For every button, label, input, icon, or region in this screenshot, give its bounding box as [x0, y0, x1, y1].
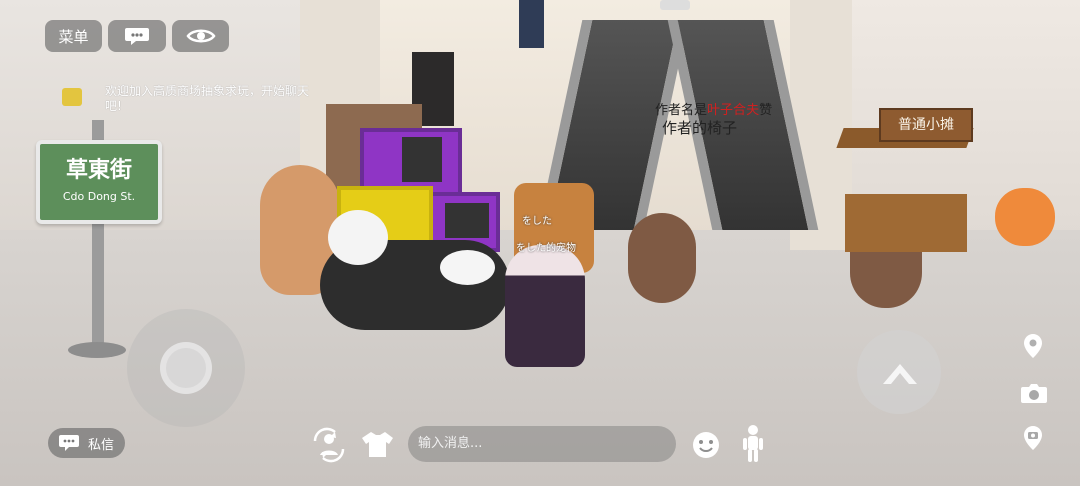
- author-credit-part-3: 叶子: [707, 103, 734, 118]
- private-chat-icon: [59, 435, 79, 451]
- ceiling-light: [660, 0, 690, 10]
- tv-screen-1: [402, 137, 442, 182]
- pet-name-label: をした的宠物: [516, 243, 576, 254]
- author-credit-part-2: 是: [694, 103, 708, 118]
- private-message-button[interactable]: 私信: [48, 428, 125, 458]
- author-credit-part-4: 合: [733, 103, 747, 118]
- bunny-character: [320, 210, 510, 330]
- hanging-banner: [519, 0, 544, 48]
- avatar-action-button[interactable]: [740, 424, 766, 468]
- location-pin-icon: [1024, 334, 1042, 358]
- street-sign-base: [68, 342, 126, 358]
- person-icon: [743, 425, 763, 462]
- emote-switch-button[interactable]: [311, 427, 347, 467]
- street-sign: 草東街 Cdo Dong St.: [36, 140, 162, 224]
- camera-button[interactable]: [1019, 381, 1049, 409]
- joystick-knob[interactable]: [160, 342, 212, 394]
- message-input[interactable]: 输入消息...: [408, 426, 676, 462]
- chat-bubble-icon: [125, 28, 149, 45]
- wardrobe-button[interactable]: [361, 429, 395, 463]
- author-credit-part-5: 夫: [746, 103, 760, 118]
- stall-counter: [845, 194, 967, 252]
- street-sign-english: Cdo Dong St.: [62, 190, 136, 203]
- swap-avatar-icon: [313, 427, 345, 463]
- screenshot-button[interactable]: [1020, 424, 1046, 456]
- author-chair-label: 作者的椅子: [662, 119, 738, 137]
- author-credit-part-6: 赞: [759, 103, 773, 118]
- chat-message-text: 欢迎加入高质商场抽象求玩，开始聊天吧!: [105, 84, 310, 113]
- jump-arrow-icon: [883, 364, 917, 384]
- shirt-icon: [362, 432, 393, 457]
- private-message-label: 私信: [88, 437, 115, 453]
- chat-button[interactable]: [108, 20, 166, 52]
- visibility-button[interactable]: [172, 20, 229, 52]
- eye-icon: [185, 29, 216, 43]
- chat-message-icon: [62, 88, 82, 106]
- menu-button[interactable]: 菜单: [45, 20, 102, 52]
- player-name-label: をした: [522, 216, 552, 227]
- street-sign-name: 草東街: [65, 158, 132, 183]
- fox-character: [995, 188, 1055, 246]
- market-stall: 普通小摊: [836, 106, 974, 252]
- camera-pin-icon: [1024, 426, 1042, 450]
- smile-icon: [693, 432, 719, 458]
- emoji-button[interactable]: [691, 430, 721, 464]
- creature-left: [628, 213, 696, 303]
- author-credit-line: 作者名是叶子合夫赞: [655, 103, 772, 119]
- camera-icon: [1021, 384, 1047, 403]
- stall-sign: 普通小摊: [879, 108, 973, 142]
- location-button[interactable]: [1020, 332, 1046, 364]
- player-avatar: [505, 245, 585, 367]
- author-credit-part-1: 作者名: [655, 103, 695, 118]
- tv-screen-2: [445, 203, 489, 238]
